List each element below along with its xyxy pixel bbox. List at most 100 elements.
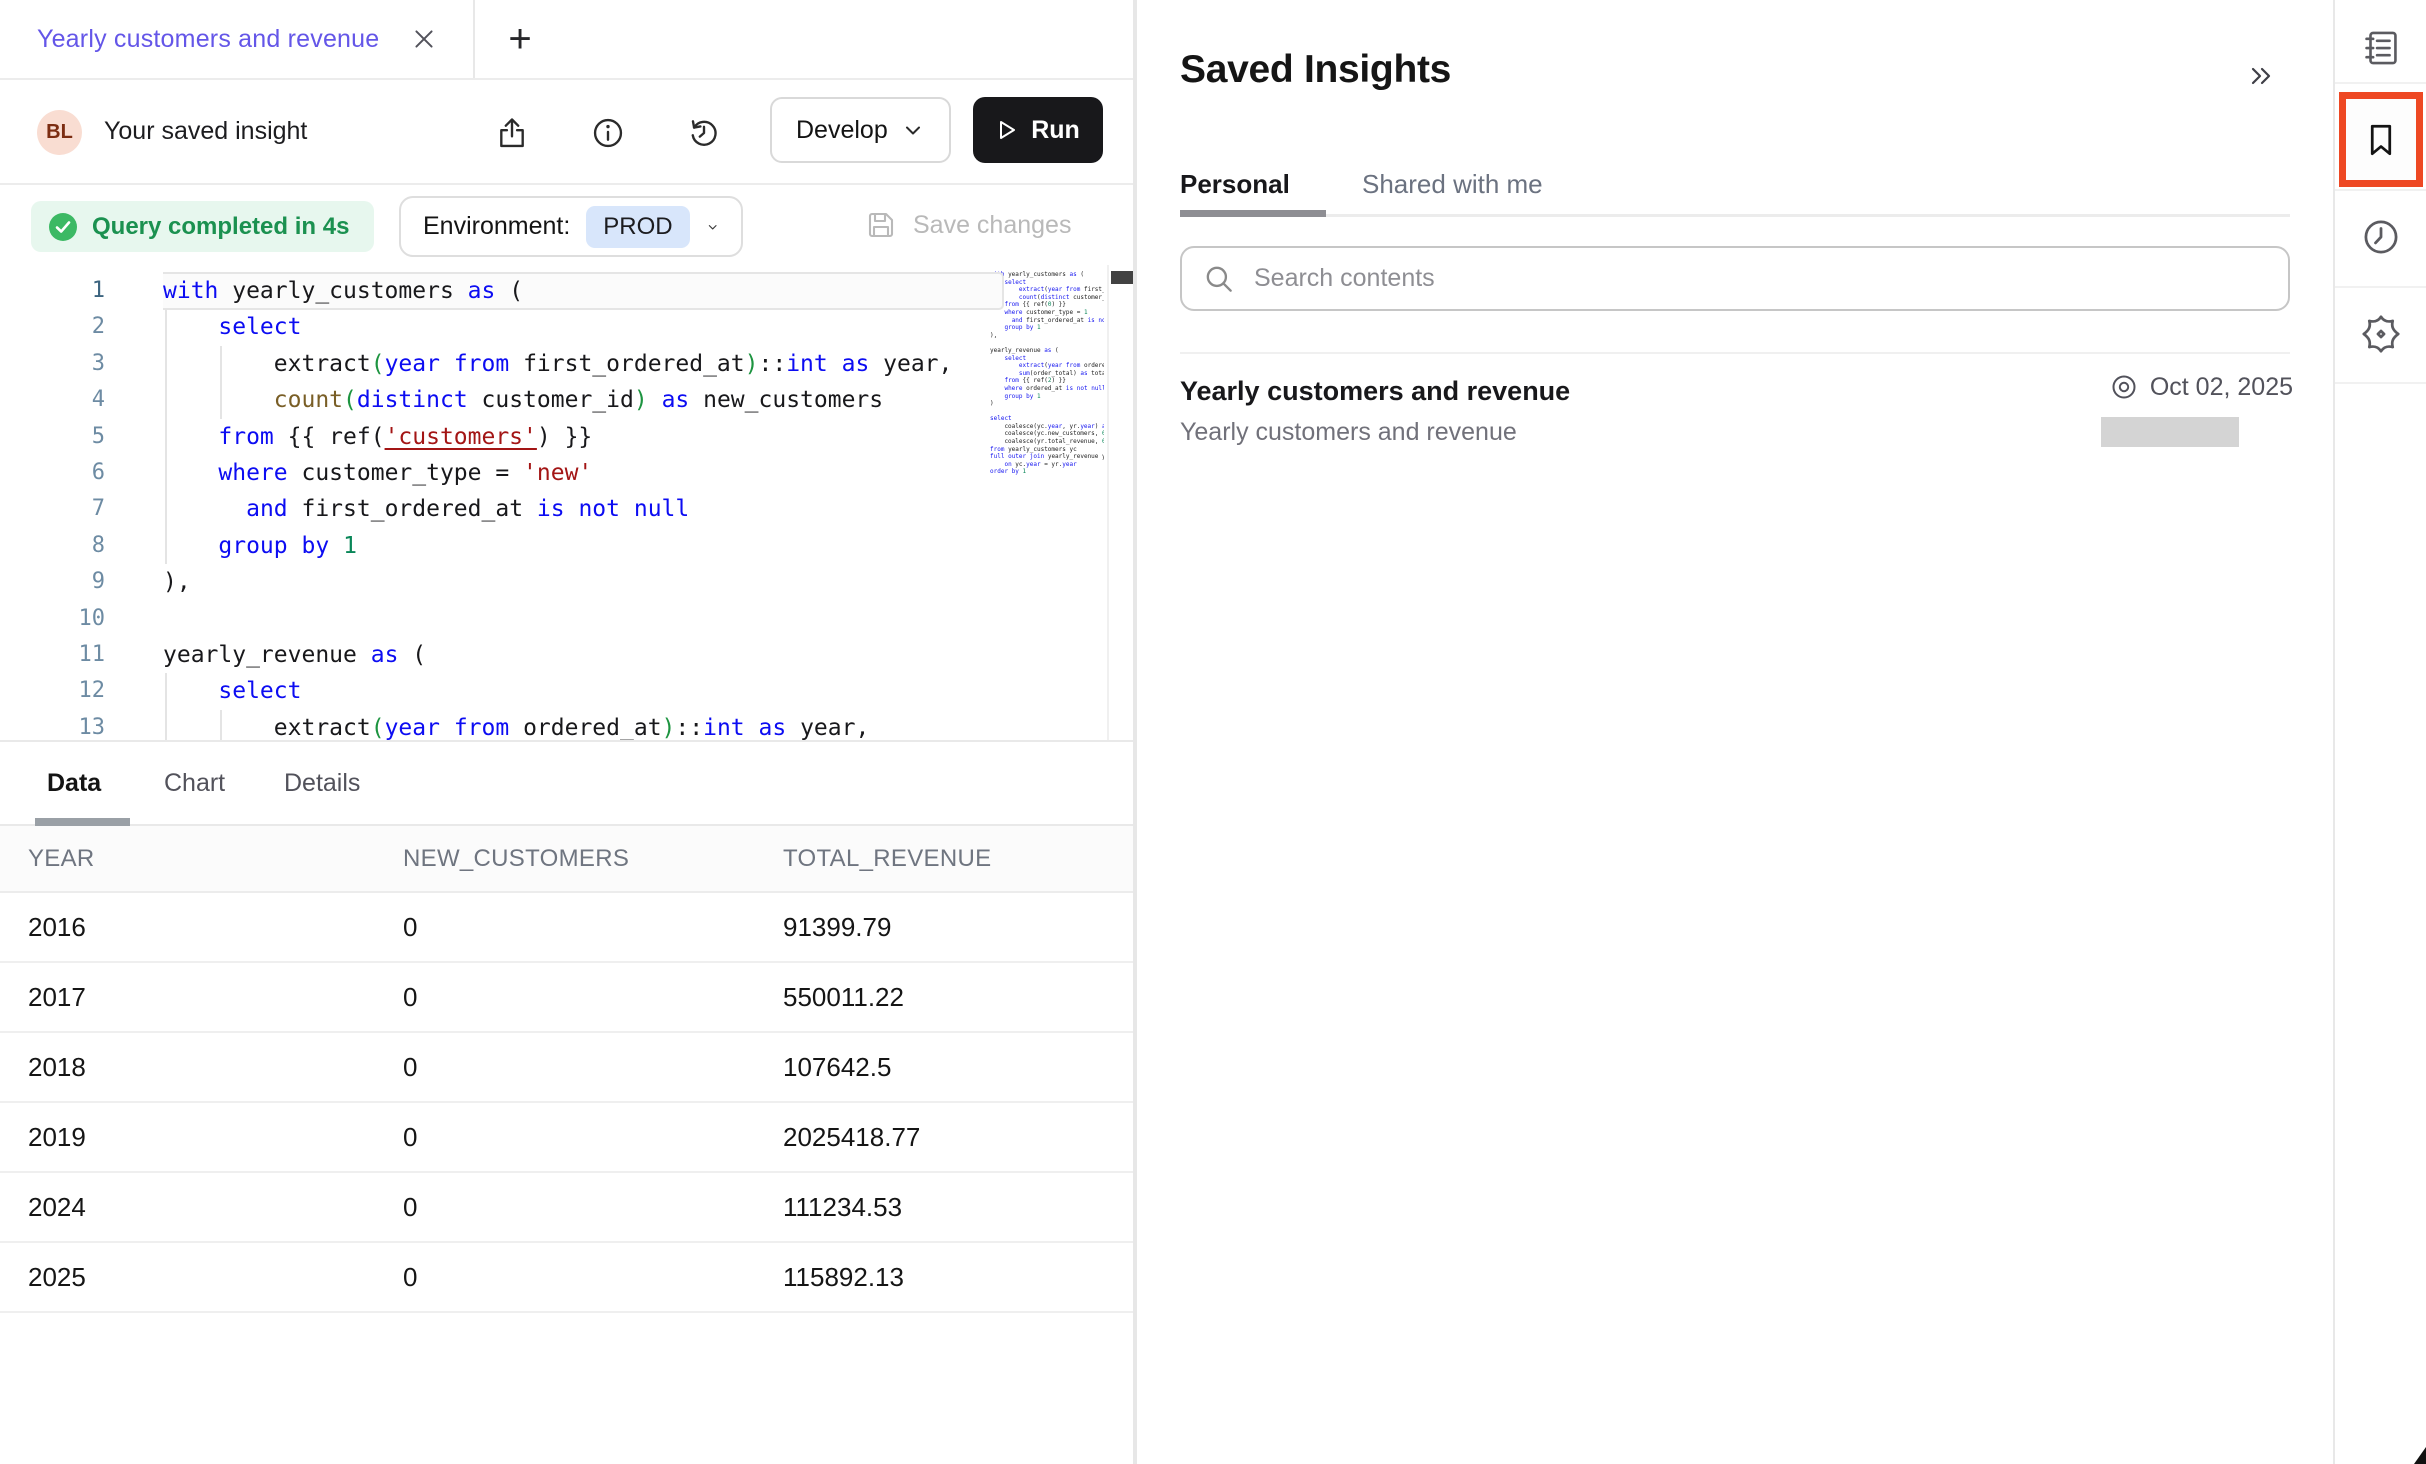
line-number: 6 [0,455,105,491]
table-cell: 111234.53 [783,1173,902,1241]
insight-subtitle: Yearly customers and revenue [1180,418,1517,447]
code-line[interactable]: ), [163,564,1008,600]
tab-data[interactable]: Data [47,742,101,824]
avatar: BL [37,110,82,155]
line-number: 12 [0,673,105,709]
scrollbar-thumb[interactable] [1111,271,1133,284]
column-header-new-customers: NEW_CUSTOMERS [403,826,629,891]
line-number: 11 [0,637,105,673]
bookmark-icon-active[interactable] [2339,92,2423,187]
new-tab-button[interactable]: + [492,0,548,78]
code-line[interactable]: yearly_revenue as ( [163,637,1008,673]
views-icon [2109,372,2139,402]
divider [2335,189,2426,191]
skeleton-placeholder [2101,417,2239,447]
clock-icon[interactable] [2335,207,2426,267]
line-number: 13 [0,710,105,742]
editor-scrollbar[interactable] [1107,265,1133,740]
line-number: 9 [0,564,105,600]
line-number: 5 [0,419,105,455]
table-cell: 2019 [28,1103,86,1171]
history-icon[interactable] [685,114,723,152]
code-line[interactable]: select [163,309,1008,345]
line-number: 1 [0,273,105,309]
column-header-year: YEAR [28,826,95,891]
code-line[interactable]: and first_ordered_at is not null [163,491,1008,527]
line-number: 7 [0,491,105,527]
insight-meta: Oct 02, 2025 [2061,372,2293,402]
insight-title: Yearly customers and revenue [1180,376,1570,407]
tab-title: Yearly customers and revenue [37,25,379,54]
develop-dropdown[interactable]: Develop [770,97,951,163]
line-number: 4 [0,382,105,418]
search-icon [1202,262,1236,296]
line-number: 3 [0,346,105,382]
save-changes-button[interactable]: Save changes [865,185,1071,265]
run-button[interactable]: Run [973,97,1103,163]
notebook-icon[interactable] [2335,18,2426,78]
tab-shared-with-me[interactable]: Shared with me [1362,152,1543,216]
code-line[interactable]: where customer_type = 'new' [163,455,1008,491]
info-icon[interactable] [589,114,627,152]
code-line[interactable]: group by 1 [163,528,1008,564]
tab-details[interactable]: Details [284,742,360,824]
active-tab-indicator [35,818,130,826]
status-row: Query completed in 4s Environment: PROD … [0,185,1133,265]
code-line[interactable]: from {{ ref('customers') }} [163,419,1008,455]
table-cell: 0 [403,1173,417,1241]
table-cell: 115892.13 [783,1243,904,1311]
run-label: Run [1031,116,1080,145]
editor-gutter: 12345678910111213 [0,265,105,742]
line-number: 8 [0,528,105,564]
code-line[interactable]: extract(year from first_ordered_at)::int… [163,346,1008,382]
table-row[interactable]: 20170550011.22 [0,963,1133,1033]
environment-label: Environment: [423,212,570,241]
play-icon [996,119,1018,141]
tab-chart[interactable]: Chart [164,742,225,824]
code-line[interactable]: select [163,673,1008,709]
table-cell: 550011.22 [783,963,904,1031]
right-icon-rail [2333,0,2426,1464]
divider [2335,286,2426,288]
save-icon [865,209,897,241]
dbt-logo-icon[interactable] [2335,304,2426,364]
share-icon[interactable] [493,114,531,152]
table-cell: 0 [403,893,417,961]
environment-value-badge: PROD [586,206,689,248]
insight-ownership-label: Your saved insight [104,80,307,183]
environment-dropdown[interactable]: Environment: PROD [399,196,743,257]
table-cell: 0 [403,1243,417,1311]
insight-list-item[interactable]: Yearly customers and revenue Yearly cust… [1141,362,2333,466]
divider [2335,82,2426,84]
line-number: 10 [0,601,105,637]
tab-bar: Yearly customers and revenue + [0,0,1133,80]
code-line[interactable]: count(distinct customer_id) as new_custo… [163,382,1008,418]
collapse-panel-icon[interactable] [2241,56,2281,96]
chevron-down-icon [706,216,719,238]
tab-divider [473,0,475,78]
table-row[interactable]: 201902025418.77 [0,1103,1133,1173]
table-row[interactable]: 20240111234.53 [0,1173,1133,1243]
table-row[interactable]: 20250115892.13 [0,1243,1133,1313]
table-row[interactable]: 20180107642.5 [0,1033,1133,1103]
table-body: 2016091399.7920170550011.2220180107642.5… [0,893,1133,1313]
table-row[interactable]: 2016091399.79 [0,893,1133,963]
table-cell: 107642.5 [783,1033,891,1101]
table-cell: 2017 [28,963,86,1031]
code-line[interactable]: extract(year from ordered_at)::int as ye… [163,710,1008,742]
toolbar: BL Your saved insight Develop Run [0,80,1133,185]
editor-code-area[interactable]: with yearly_customers as ( select extrac… [163,265,1008,742]
search-box [1180,246,2290,311]
divider [1180,352,2290,354]
workspace-pane: Yearly customers and revenue + BL Your s… [0,0,1137,1464]
results-tab-bar: Data Chart Details [0,742,1133,826]
search-input[interactable] [1254,264,2268,293]
table-cell: 91399.79 [783,893,891,961]
table-cell: 0 [403,1103,417,1171]
save-changes-label: Save changes [913,211,1071,240]
close-icon[interactable] [411,26,437,52]
code-line[interactable]: with yearly_customers as ( [163,273,1008,309]
code-line[interactable] [163,601,1008,637]
tab-personal[interactable]: Personal [1180,152,1290,216]
tab-yearly-customers-and-revenue[interactable]: Yearly customers and revenue [0,0,437,78]
